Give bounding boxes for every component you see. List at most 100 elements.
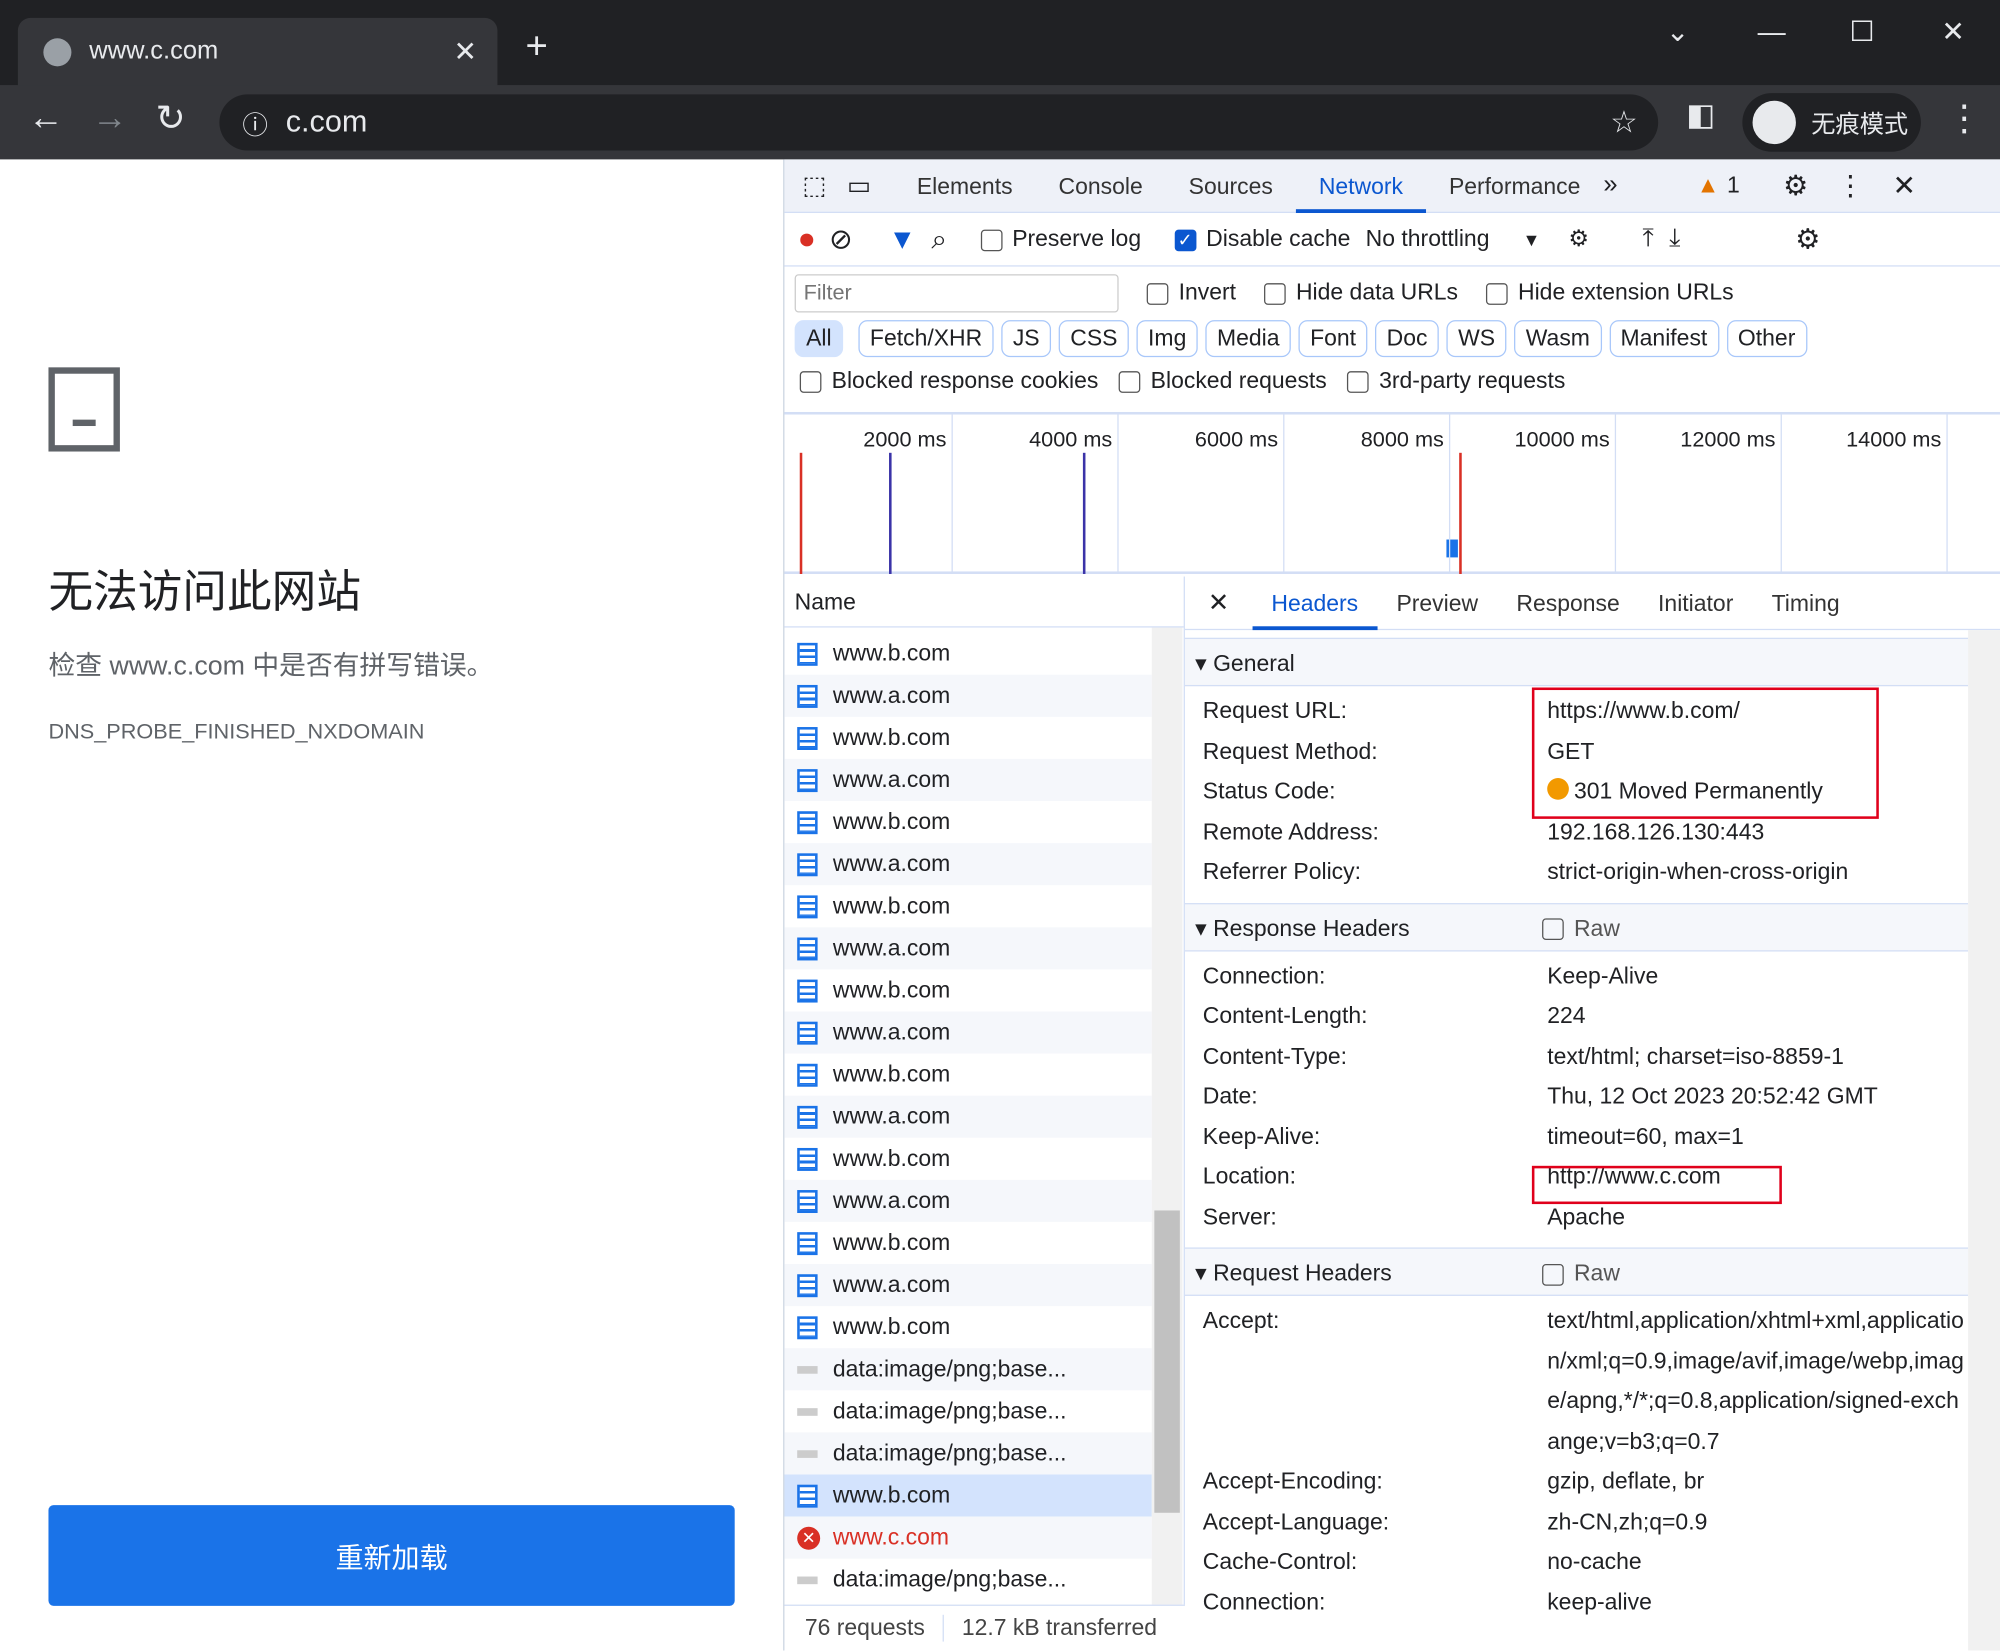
type-filter-ws[interactable]: WS bbox=[1446, 320, 1507, 358]
disable-cache-checkbox[interactable]: ✓ Disable cache bbox=[1174, 226, 1350, 253]
raw-checkbox[interactable]: Raw bbox=[1542, 904, 1620, 952]
close-devtools-icon[interactable]: ✕ bbox=[1892, 169, 1916, 202]
type-filter-font[interactable]: Font bbox=[1298, 320, 1368, 358]
search-icon[interactable]: ⌕ bbox=[931, 223, 947, 256]
tab-timing[interactable]: Timing bbox=[1752, 576, 1858, 630]
bookmark-star-icon[interactable]: ☆ bbox=[1610, 104, 1637, 141]
tab-initiator[interactable]: Initiator bbox=[1639, 576, 1753, 630]
tab-performance[interactable]: Performance bbox=[1426, 159, 1603, 213]
request-row[interactable]: www.b.com bbox=[784, 1222, 1151, 1264]
tab-console[interactable]: Console bbox=[1036, 159, 1166, 213]
scrollbar-thumb[interactable] bbox=[1154, 1210, 1180, 1513]
request-row[interactable]: data:image/png;base... bbox=[784, 1390, 1151, 1432]
filter-input[interactable] bbox=[794, 273, 1119, 312]
close-tab-icon[interactable]: ✕ bbox=[454, 35, 478, 68]
network-conditions-icon[interactable]: ⚙ bbox=[1568, 226, 1589, 253]
request-row[interactable]: www.a.com bbox=[784, 927, 1152, 970]
type-filter-media[interactable]: Media bbox=[1205, 320, 1291, 358]
request-row[interactable]: ✕ www.c.com bbox=[784, 1516, 1152, 1559]
blocked-cookies-checkbox[interactable]: Blocked response cookies bbox=[799, 367, 1098, 394]
request-name: www.b.com bbox=[832, 724, 951, 750]
throttling-select[interactable]: No throttling bbox=[1366, 226, 1490, 253]
header-row: Keep-Alive: timeout=60, max=1 bbox=[1185, 1117, 1968, 1157]
type-filter-wasm[interactable]: Wasm bbox=[1514, 320, 1602, 358]
clear-icon[interactable]: ⊘ bbox=[829, 223, 853, 256]
response-headers-section-header[interactable]: ▾ Response Headers Raw bbox=[1184, 902, 1969, 952]
type-filter-fetchxhr[interactable]: Fetch/XHR bbox=[858, 320, 994, 358]
blocked-requests-checkbox[interactable]: Blocked requests bbox=[1118, 367, 1327, 394]
name-column-header[interactable]: Name bbox=[784, 577, 1184, 628]
request-row[interactable]: www.b.com bbox=[784, 633, 1151, 675]
request-row[interactable]: www.b.com bbox=[784, 717, 1151, 759]
type-filter-manifest[interactable]: Manifest bbox=[1609, 320, 1719, 358]
type-filter-js[interactable]: JS bbox=[1001, 320, 1052, 358]
network-settings-icon[interactable]: ⚙ bbox=[1795, 223, 1820, 256]
type-filter-doc[interactable]: Doc bbox=[1375, 320, 1439, 358]
close-window-button[interactable]: ✕ bbox=[1941, 15, 1965, 48]
side-panel-icon[interactable]: ◧ bbox=[1686, 97, 1715, 134]
request-row[interactable]: data:image/png;base... bbox=[784, 1432, 1152, 1475]
network-overview-timeline[interactable]: 2000 ms 4000 ms 6000 ms 8000 ms 10000 ms 1200… bbox=[784, 411, 2000, 574]
tab-preview[interactable]: Preview bbox=[1377, 576, 1497, 630]
request-row[interactable]: www.a.com bbox=[784, 674, 1152, 717]
invert-checkbox[interactable]: Invert bbox=[1146, 279, 1236, 306]
incognito-profile-button[interactable]: 无痕模式 bbox=[1742, 93, 1921, 152]
general-section-header[interactable]: ▾ General bbox=[1184, 637, 1969, 687]
import-har-icon[interactable]: ⤒ bbox=[1643, 224, 1654, 253]
tab-headers[interactable]: Headers bbox=[1252, 576, 1378, 630]
filter-funnel-icon[interactable]: ▼ bbox=[888, 223, 916, 256]
raw-checkbox[interactable]: Raw bbox=[1542, 1249, 1620, 1297]
details-scrollbar[interactable] bbox=[1968, 630, 2000, 1651]
request-row[interactable]: www.b.com bbox=[784, 1138, 1151, 1180]
request-row[interactable]: www.a.com bbox=[784, 758, 1152, 802]
request-row[interactable]: www.a.com bbox=[784, 1011, 1152, 1054]
device-toolbar-icon[interactable]: ▭ bbox=[839, 170, 894, 202]
menu-icon[interactable]: ⋮ bbox=[1946, 97, 1982, 139]
hide-extension-urls-checkbox[interactable]: Hide extension URLs bbox=[1486, 279, 1734, 306]
forward-icon[interactable]: → bbox=[92, 97, 128, 138]
more-tabs-icon[interactable]: » bbox=[1603, 171, 1617, 200]
close-details-icon[interactable]: ✕ bbox=[1185, 587, 1252, 619]
tab-response[interactable]: Response bbox=[1497, 576, 1639, 630]
info-icon[interactable]: ⓘ bbox=[242, 104, 268, 141]
request-row[interactable]: www.b.com bbox=[784, 885, 1151, 927]
request-row[interactable]: www.b.com bbox=[784, 1474, 1152, 1517]
request-row[interactable]: data:image/png;base... bbox=[784, 1559, 1151, 1601]
tab-search-icon[interactable]: ⌄ bbox=[1666, 15, 1690, 48]
maximize-button[interactable]: ☐ bbox=[1849, 15, 1874, 48]
request-row[interactable]: www.a.com bbox=[784, 843, 1152, 886]
third-party-checkbox[interactable]: 3rd-party requests bbox=[1347, 367, 1565, 394]
request-row[interactable]: www.b.com bbox=[784, 1306, 1151, 1348]
tab-elements[interactable]: Elements bbox=[894, 159, 1036, 213]
settings-gear-icon[interactable]: ⚙ bbox=[1783, 169, 1808, 202]
type-filter-css[interactable]: CSS bbox=[1058, 320, 1129, 358]
reload-icon[interactable]: ↻ bbox=[156, 97, 186, 139]
new-tab-button[interactable]: + bbox=[526, 26, 548, 69]
address-bar[interactable]: ⓘ c.com ☆ bbox=[219, 94, 1659, 151]
request-row[interactable]: data:image/png;base... bbox=[784, 1348, 1152, 1391]
type-filter-other[interactable]: Other bbox=[1726, 320, 1807, 358]
tab-sources[interactable]: Sources bbox=[1166, 159, 1296, 213]
tab-network[interactable]: Network bbox=[1295, 159, 1426, 213]
type-filter-img[interactable]: Img bbox=[1136, 320, 1198, 358]
minimize-button[interactable]: — bbox=[1758, 15, 1786, 48]
preserve-log-checkbox[interactable]: Preserve log bbox=[980, 226, 1141, 253]
warning-icon[interactable]: ▲ bbox=[1697, 172, 1720, 199]
back-icon[interactable]: ← bbox=[28, 97, 64, 138]
more-options-icon[interactable]: ⋮ bbox=[1836, 169, 1864, 202]
request-row[interactable]: www.b.com bbox=[784, 801, 1151, 843]
request-row[interactable]: www.b.com bbox=[784, 1054, 1151, 1096]
request-row[interactable]: www.b.com bbox=[784, 969, 1151, 1011]
inspect-element-icon[interactable]: ⬚ bbox=[784, 170, 839, 202]
throttling-dropdown-icon[interactable]: ▼ bbox=[1523, 229, 1541, 249]
request-row[interactable]: www.a.com bbox=[784, 1095, 1152, 1138]
request-headers-section-header[interactable]: ▾ Request Headers Raw bbox=[1184, 1247, 1969, 1297]
hide-data-urls-checkbox[interactable]: Hide data URLs bbox=[1264, 279, 1458, 306]
reload-button[interactable]: 重新加载 bbox=[48, 1505, 735, 1606]
export-har-icon[interactable]: ⤓ bbox=[1669, 224, 1680, 253]
type-filter-all[interactable]: All bbox=[794, 320, 844, 358]
request-row[interactable]: www.a.com bbox=[784, 1264, 1152, 1307]
browser-tab[interactable]: www.c.com ✕ bbox=[17, 17, 498, 86]
record-stop-icon[interactable]: ⏺ bbox=[800, 223, 814, 256]
request-row[interactable]: www.a.com bbox=[784, 1179, 1152, 1222]
